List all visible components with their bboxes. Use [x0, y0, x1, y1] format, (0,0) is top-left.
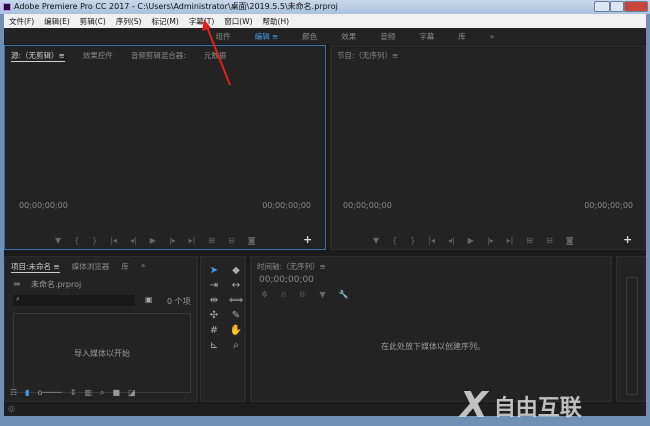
- arrow-head: [202, 19, 211, 31]
- annotation-arrow: [202, 19, 231, 86]
- arrow-line: [206, 26, 231, 86]
- watermark-text: 自由互联: [493, 395, 582, 421]
